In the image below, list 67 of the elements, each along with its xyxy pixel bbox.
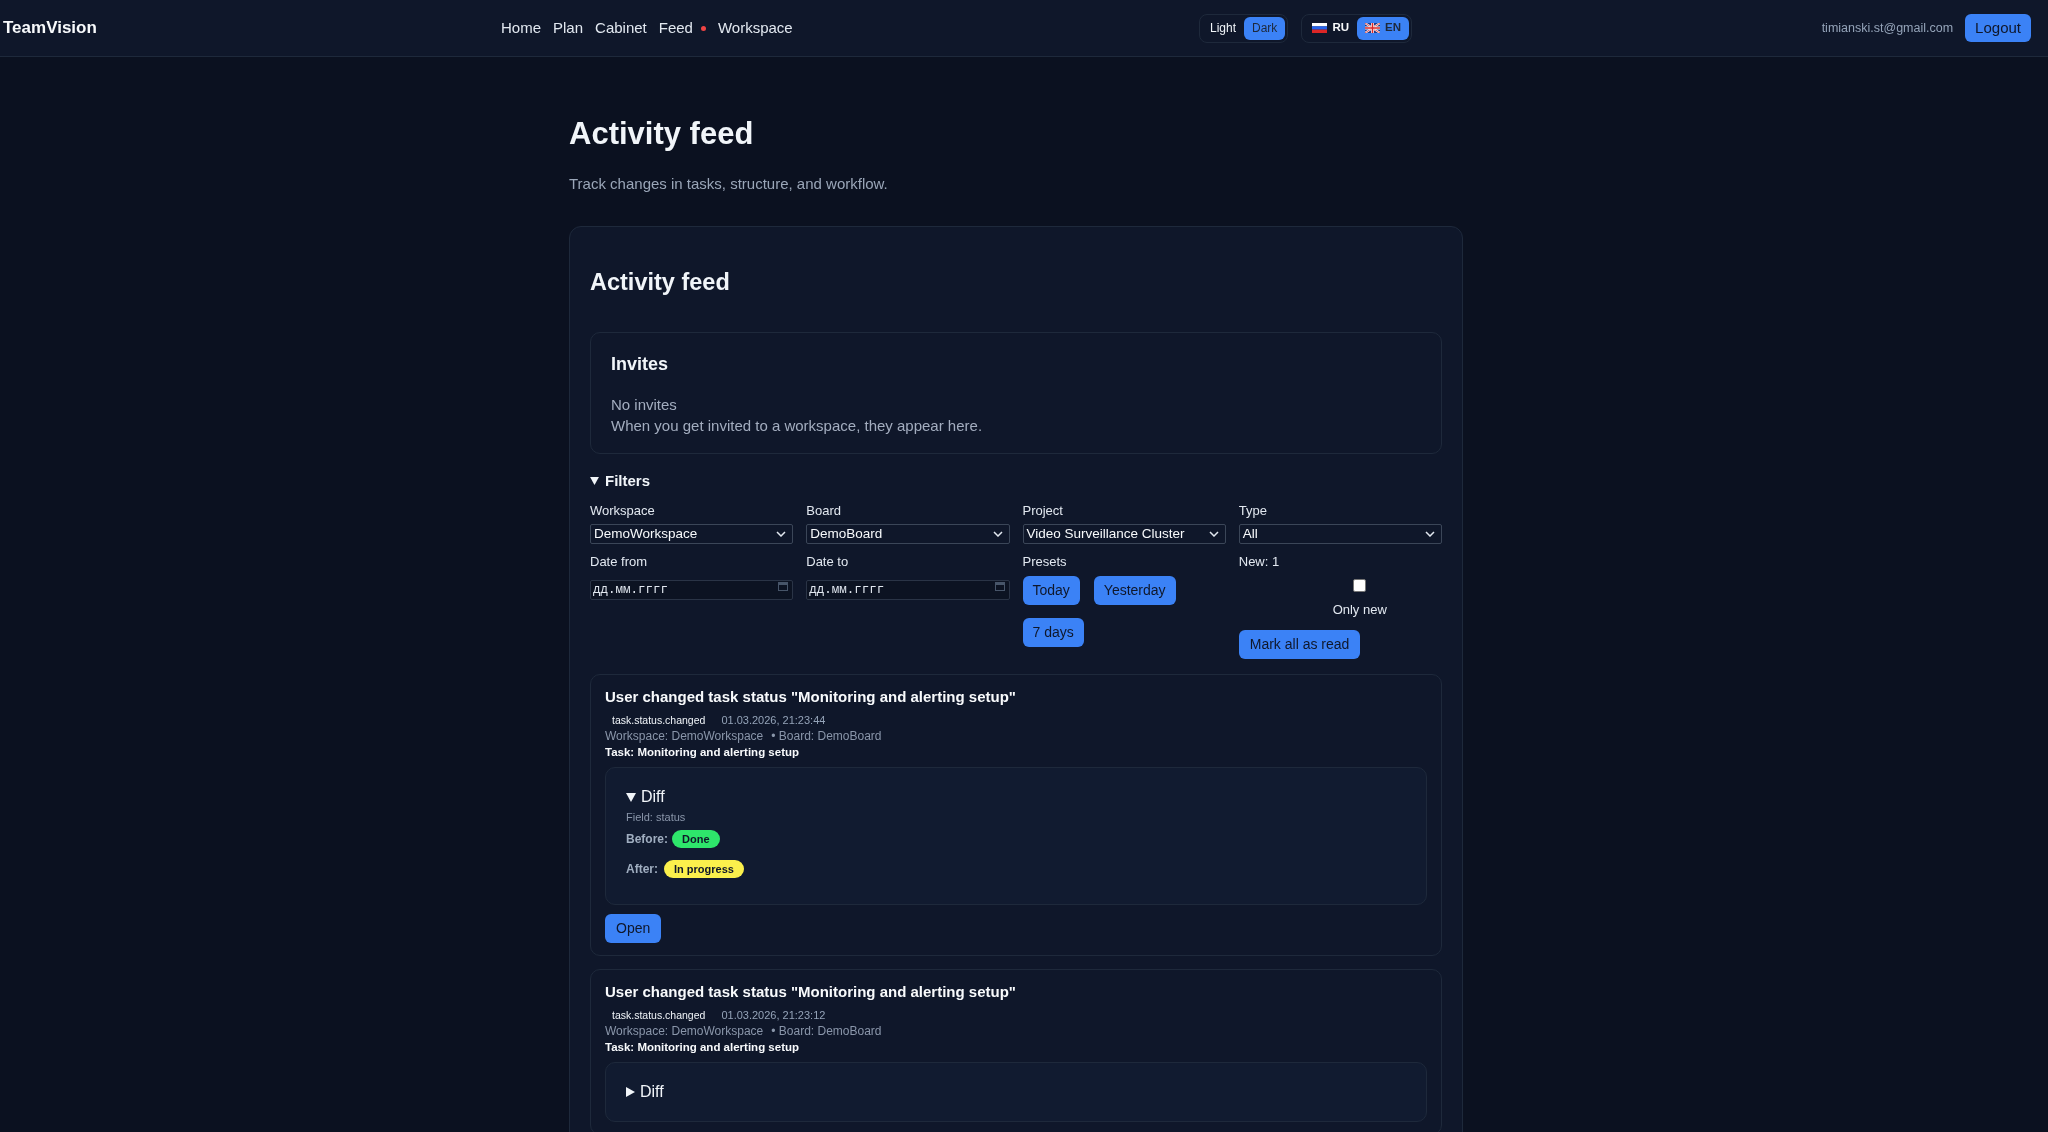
event-type-label: task.status.changed bbox=[611, 1008, 707, 1023]
diff-toggle[interactable]: Diff bbox=[626, 785, 665, 809]
nav-link[interactable]: Feed bbox=[658, 18, 693, 38]
brand-name[interactable]: TeamVision bbox=[3, 15, 97, 41]
theme-option[interactable]: Dark bbox=[1244, 16, 1286, 40]
nav-link[interactable]: Plan bbox=[553, 18, 584, 38]
preset-button[interactable]: Yesterday bbox=[1093, 576, 1176, 605]
event-task: Task: Monitoring and alerting setup bbox=[605, 745, 800, 760]
open-button[interactable]: Open bbox=[605, 914, 662, 943]
dropdown-select[interactable]: DemoBoard bbox=[806, 524, 1010, 544]
event-board: • Board: DemoBoard bbox=[771, 1023, 882, 1039]
mark-all-read-button[interactable]: Mark all as read bbox=[1238, 630, 1361, 659]
chevron-down-icon bbox=[1208, 531, 1219, 537]
dropdown-select[interactable]: Video Surveillance Cluster bbox=[1022, 524, 1226, 544]
event-board: • Board: DemoBoard bbox=[771, 728, 882, 744]
status-badge: Done bbox=[672, 830, 720, 848]
checkbox[interactable] bbox=[1353, 579, 1367, 592]
filters-toggle[interactable]: Filters bbox=[590, 469, 650, 493]
event-task: Task: Monitoring and alerting setup bbox=[605, 1040, 800, 1055]
diff-field: Field: status bbox=[626, 809, 686, 825]
page-subtitle: Track changes in tasks, structure, and workflow. bbox=[569, 174, 888, 194]
nav-link[interactable]: Home bbox=[501, 18, 541, 38]
dropdown-select[interactable]: All bbox=[1238, 524, 1442, 544]
calendar-icon[interactable] bbox=[778, 581, 789, 591]
event-workspace: Workspace: DemoWorkspace bbox=[605, 728, 764, 744]
event-time: 01.03.2026, 21:23:44 bbox=[721, 713, 826, 728]
language-option[interactable]: EN bbox=[1357, 16, 1409, 40]
chevron-down-icon bbox=[776, 531, 787, 537]
filter-label: Type bbox=[1238, 502, 1267, 520]
nav-link[interactable]: Cabinet bbox=[595, 18, 647, 38]
filter-label: Project bbox=[1022, 502, 1063, 520]
event-workspace: Workspace: DemoWorkspace bbox=[605, 1023, 764, 1039]
filter-label: Workspace bbox=[590, 502, 655, 520]
logout-button[interactable]: Logout bbox=[1965, 14, 2031, 42]
diff-toggle[interactable]: Diff bbox=[626, 1080, 664, 1104]
british-flag-icon bbox=[1365, 23, 1380, 33]
page-title: Activity feed bbox=[569, 115, 754, 153]
chevron-down-icon bbox=[992, 531, 1003, 537]
panel-title: Activity feed bbox=[590, 268, 730, 297]
nav-link[interactable]: Workspace bbox=[717, 18, 793, 38]
dropdown-select[interactable]: DemoWorkspace bbox=[590, 524, 794, 544]
theme-option[interactable]: Light bbox=[1202, 16, 1245, 40]
filter-label: Date to bbox=[806, 553, 849, 571]
change-label: Before: bbox=[626, 831, 668, 848]
preset-button[interactable]: 7 days bbox=[1022, 618, 1084, 647]
event-time: 01.03.2026, 21:23:12 bbox=[721, 1008, 826, 1023]
filter-label: Presets bbox=[1022, 553, 1067, 571]
filter-label: Board bbox=[806, 502, 841, 520]
date-field[interactable]: дд.мм.гггг bbox=[806, 580, 1010, 600]
language-option[interactable]: RU bbox=[1304, 16, 1357, 40]
event-title: User changed task status "Monitoring and alerting setup" bbox=[605, 687, 1016, 707]
checkbox-label: Only new bbox=[1332, 601, 1387, 619]
event-type-label: task.status.changed bbox=[611, 713, 707, 728]
change-label: After: bbox=[626, 861, 658, 878]
user-email: timianski.st@gmail.com bbox=[1821, 19, 1954, 37]
date-field[interactable]: дд.мм.гггг bbox=[590, 580, 794, 600]
invites-title: Invites bbox=[611, 353, 669, 376]
new-count: New: 1 bbox=[1238, 553, 1280, 571]
calendar-icon[interactable] bbox=[994, 581, 1005, 591]
status-badge: In progress bbox=[664, 860, 744, 878]
preset-button[interactable]: Today bbox=[1022, 576, 1080, 605]
invites-empty-title: No invites bbox=[611, 395, 677, 415]
chevron-down-icon bbox=[1425, 531, 1435, 537]
invites-empty-text: When you get invited to a workspace, they appear here. bbox=[611, 416, 983, 436]
russian-flag-icon bbox=[1312, 23, 1328, 33]
filter-label: Date from bbox=[590, 553, 648, 571]
event-title: User changed task status "Monitoring and alerting setup" bbox=[605, 982, 1016, 1002]
